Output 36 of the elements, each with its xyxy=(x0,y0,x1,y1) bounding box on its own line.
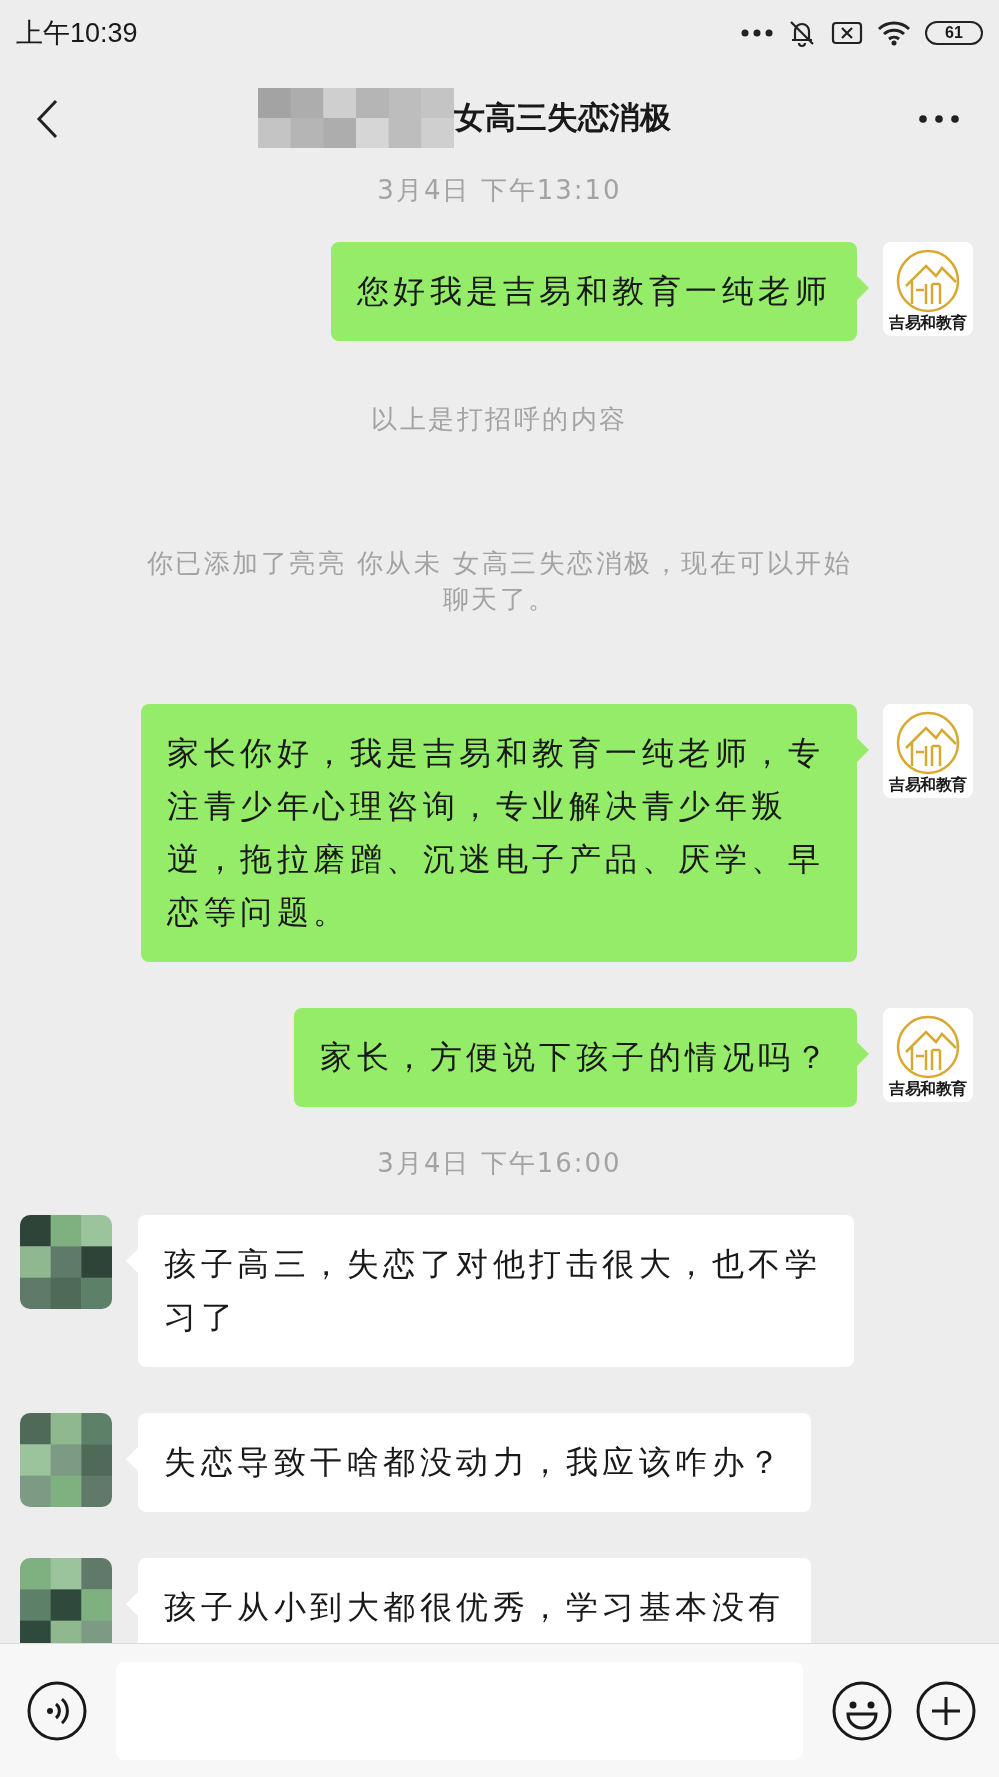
logo-avatar[interactable]: 吉易和教育 xyxy=(883,704,973,798)
received-message: 失恋导致干啥都没动力，我应该咋办？ xyxy=(138,1413,811,1512)
chat-title: 女高三失恋消极 xyxy=(454,98,671,137)
timestamp: 3月4日 下午13:10 xyxy=(376,174,623,207)
bubble-tail xyxy=(857,738,869,762)
bubble-tail xyxy=(857,276,869,300)
add-icon[interactable] xyxy=(915,1679,977,1742)
sent-message: 家长，方便说下孩子的情况吗？ xyxy=(294,1008,857,1107)
logo-avatar[interactable]: 吉易和教育 xyxy=(883,1008,973,1102)
battery-level: 61 xyxy=(925,21,983,45)
more-dots-icon xyxy=(741,29,773,37)
timestamp: 3月4日 下午16:00 xyxy=(376,1147,623,1180)
logo-text: 吉易和教育 xyxy=(889,314,967,332)
received-message: 孩子从小到大都很优秀，学习基本没有 xyxy=(138,1558,811,1643)
logo-text: 吉易和教育 xyxy=(889,776,967,794)
logo-avatar[interactable]: 吉易和教育 xyxy=(883,242,973,336)
house-logo-icon xyxy=(896,1014,960,1080)
bubble-tail xyxy=(857,1042,869,1066)
emoji-icon[interactable] xyxy=(831,1679,893,1742)
pixelated-avatar[interactable] xyxy=(20,1558,112,1643)
house-logo-icon xyxy=(896,710,960,776)
pixelated-avatar[interactable] xyxy=(20,1215,112,1309)
logo-text: 吉易和教育 xyxy=(889,1080,967,1098)
sent-message: 家长你好，我是吉易和教育一纯老师，专注青少年心理咨询，专业解决青少年叛逆，拖拉磨蹭、沉迷电子产品、厌学、早恋等问题。 xyxy=(141,704,857,962)
received-message: 孩子高三，失恋了对他打击很大，也不学习了 xyxy=(138,1215,854,1367)
voice-icon[interactable] xyxy=(26,1679,88,1742)
more-icon[interactable] xyxy=(919,115,959,123)
wifi-icon xyxy=(877,20,911,46)
pixelated-avatar[interactable] xyxy=(20,1413,112,1507)
close-box-icon xyxy=(831,21,863,45)
system-notice: 以上是打招呼的内容 xyxy=(370,403,629,436)
system-notice: 你已添加了亮亮 你从未 女高三失恋消极，现在可以开始聊天了。 xyxy=(145,547,854,616)
back-icon[interactable] xyxy=(36,99,58,139)
sent-message: 您好我是吉易和教育一纯老师 xyxy=(330,242,857,341)
house-logo-icon xyxy=(896,248,960,314)
status-time: 上午10:39 xyxy=(16,17,138,50)
